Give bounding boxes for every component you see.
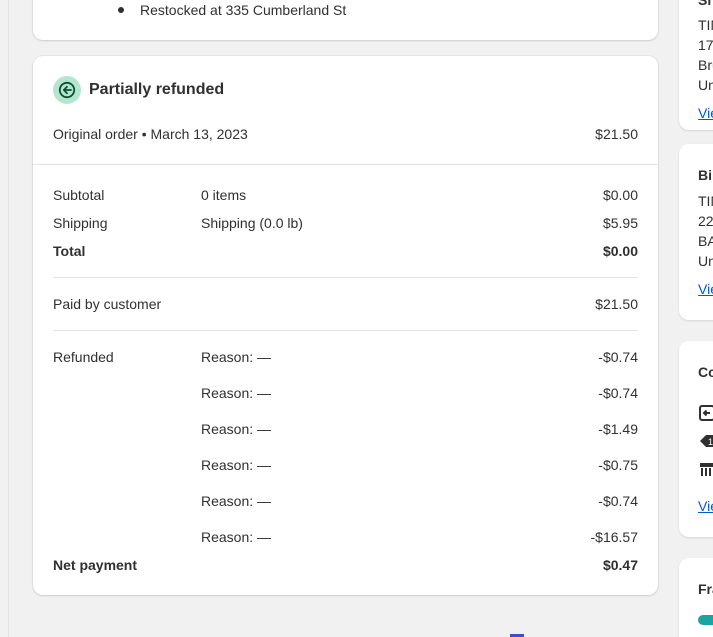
- billing-line: TIN: [698, 193, 713, 209]
- refund-reason: Reason: —: [201, 421, 272, 437]
- shipping-line: 17: [698, 37, 713, 53]
- paid-row: Paid by customer $21.50: [53, 294, 638, 314]
- restock-list-item: Restocked at 335 Cumberland St: [118, 2, 347, 18]
- fraud-card-heading: Fra: [698, 581, 713, 597]
- card-header: Partially refunded: [53, 76, 224, 104]
- fulfillment-card: Restocked at 335 Cumberland St: [33, 0, 658, 40]
- refund-amount: -$0.74: [598, 385, 638, 401]
- original-order-row: Original order • March 13, 2023 $21.50: [53, 126, 638, 142]
- shipping-line: TIN: [698, 17, 713, 33]
- refund-amount: -$0.74: [598, 349, 638, 365]
- refunded-label: Refunded: [53, 349, 114, 365]
- view-map-link[interactable]: Vie: [698, 105, 713, 121]
- fraud-risk-indicator: [698, 615, 713, 625]
- shipping-detail: Shipping (0.0 lb): [201, 215, 303, 231]
- paid-value: $21.50: [595, 296, 638, 312]
- total-row: Total $0.00: [53, 241, 638, 261]
- shipping-card-heading: Sh: [698, 0, 713, 8]
- bullet-icon: [118, 7, 124, 13]
- total-value: $0.00: [602, 243, 638, 259]
- view-conversion-details-link[interactable]: Vie: [698, 498, 713, 514]
- billing-card-heading: Bil: [698, 167, 713, 183]
- billing-line: Un: [698, 253, 713, 269]
- header-divider: [33, 164, 658, 165]
- net-payment-label: Net payment: [53, 557, 138, 573]
- total-divider: [53, 277, 638, 278]
- refund-row: Reason: — -$16.57: [53, 527, 638, 547]
- session-icon: [699, 405, 713, 421]
- paid-label: Paid by customer: [53, 296, 162, 312]
- shipping-label: Shipping: [53, 215, 108, 231]
- refund-reason: Reason: —: [201, 457, 272, 473]
- refund-status-icon: [53, 76, 81, 104]
- payment-status-title: Partially refunded: [89, 81, 225, 98]
- shipping-row: Shipping Shipping (0.0 lb) $5.95: [53, 213, 638, 233]
- billing-line: 22: [698, 213, 713, 229]
- order-count-icon: 1: [700, 435, 713, 447]
- billing-line: BA: [698, 233, 713, 249]
- shipping-address-card: Sh TIN 17 Bru Un Vie: [679, 0, 713, 130]
- restock-text: Restocked at 335 Cumberland St: [140, 2, 347, 18]
- conversion-card-heading: Co: [698, 364, 713, 380]
- page-left-border: [8, 0, 9, 637]
- subtotal-row: Subtotal 0 items $0.00: [53, 185, 638, 205]
- refund-row: Reason: — -$0.74: [53, 383, 638, 403]
- subtotal-value: $0.00: [602, 187, 638, 203]
- refund-reason: Reason: —: [201, 349, 272, 365]
- total-label: Total: [53, 243, 86, 259]
- refund-row: Reason: — -$0.75: [53, 455, 638, 475]
- shipping-value: $5.95: [602, 215, 638, 231]
- refund-amount: -$16.57: [590, 529, 638, 545]
- paid-divider: [53, 330, 638, 331]
- refund-amount: -$0.74: [598, 493, 638, 509]
- original-order-value: $21.50: [595, 126, 638, 142]
- refund-reason: Reason: —: [201, 493, 272, 509]
- refund-reason: Reason: —: [201, 385, 272, 401]
- billing-address-card: Bil TIN 22 BA Un Vie: [679, 144, 713, 320]
- payment-summary-card: Partially refunded Original order • Marc…: [33, 56, 658, 595]
- refund-amount: -$1.49: [598, 421, 638, 437]
- subtotal-detail: 0 items: [201, 187, 247, 203]
- refund-row: Reason: — -$0.74: [53, 491, 638, 511]
- refund-amount: -$0.75: [598, 457, 638, 473]
- store-icon: [700, 463, 713, 476]
- fraud-analysis-card: Fra: [679, 558, 713, 637]
- conversion-summary-card: Co 1 Vie: [679, 341, 713, 537]
- refund-row: Reason: — -$1.49: [53, 419, 638, 439]
- net-payment-value: $0.47: [602, 557, 638, 573]
- view-map-link[interactable]: Vie: [698, 281, 713, 297]
- svg-text:1: 1: [708, 437, 713, 447]
- shipping-line: Un: [698, 77, 713, 93]
- refund-row: Refunded Reason: — -$0.74: [53, 347, 638, 367]
- subtotal-label: Subtotal: [53, 187, 105, 203]
- net-payment-row: Net payment $0.47: [53, 555, 638, 575]
- shipping-line: Bru: [698, 57, 713, 73]
- original-order-label: Original order • March 13, 2023: [53, 126, 248, 142]
- refund-reason: Reason: —: [201, 529, 272, 545]
